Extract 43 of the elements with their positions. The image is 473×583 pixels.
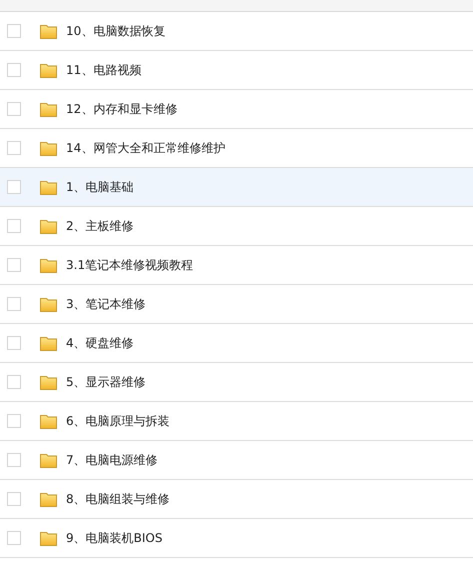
checkbox[interactable] — [7, 258, 21, 272]
folder-name[interactable]: 10、电脑数据恢复 — [66, 22, 166, 40]
folder-icon — [40, 180, 57, 194]
folder-name[interactable]: 11、电路视频 — [66, 61, 142, 79]
folder-icon — [40, 414, 57, 428]
folder-icon — [40, 336, 57, 350]
folder-icon — [40, 62, 57, 78]
folder-icon — [40, 258, 57, 272]
checkbox[interactable] — [7, 531, 21, 545]
folder-name[interactable]: 12、内存和显卡维修 — [66, 100, 178, 118]
folder-name[interactable]: 4、硬盘维修 — [66, 334, 134, 352]
folder-name[interactable]: 3.1笔记本维修视频教程 — [66, 256, 194, 274]
checkbox[interactable] — [7, 24, 21, 38]
checkbox[interactable] — [7, 297, 21, 311]
checkbox[interactable] — [7, 180, 21, 194]
folder-name[interactable]: 2、主板维修 — [66, 217, 134, 235]
folder-icon — [40, 530, 57, 546]
folder-row[interactable]: 1、电脑基础 — [0, 168, 473, 207]
folder-icon — [40, 452, 57, 468]
folder-icon — [40, 296, 57, 312]
folder-name[interactable]: 7、电脑电源维修 — [66, 451, 158, 469]
folder-name[interactable]: 6、电脑原理与拆装 — [66, 412, 170, 430]
checkbox[interactable] — [7, 102, 21, 116]
folder-icon — [40, 102, 57, 116]
checkbox[interactable] — [7, 63, 21, 77]
checkbox[interactable] — [7, 219, 21, 233]
checkbox[interactable] — [7, 141, 21, 155]
folder-name[interactable]: 5、显示器维修 — [66, 373, 146, 391]
folder-icon — [40, 24, 57, 38]
folder-icon — [40, 140, 57, 156]
checkbox[interactable] — [7, 453, 21, 467]
folder-name[interactable]: 14、网管大全和正常维修维护 — [66, 139, 226, 157]
checkbox[interactable] — [7, 492, 21, 506]
checkbox[interactable] — [7, 414, 21, 428]
folder-icon — [40, 374, 57, 390]
folder-icon — [40, 218, 57, 234]
folder-name[interactable]: 3、笔记本维修 — [66, 295, 146, 313]
folder-name[interactable]: 8、电脑组装与维修 — [66, 490, 170, 508]
folder-name[interactable]: 1、电脑基础 — [66, 178, 134, 196]
folder-name[interactable]: 9、电脑装机BIOS — [66, 529, 162, 547]
folder-icon — [40, 492, 57, 506]
checkbox[interactable] — [7, 375, 21, 389]
checkbox[interactable] — [7, 336, 21, 350]
